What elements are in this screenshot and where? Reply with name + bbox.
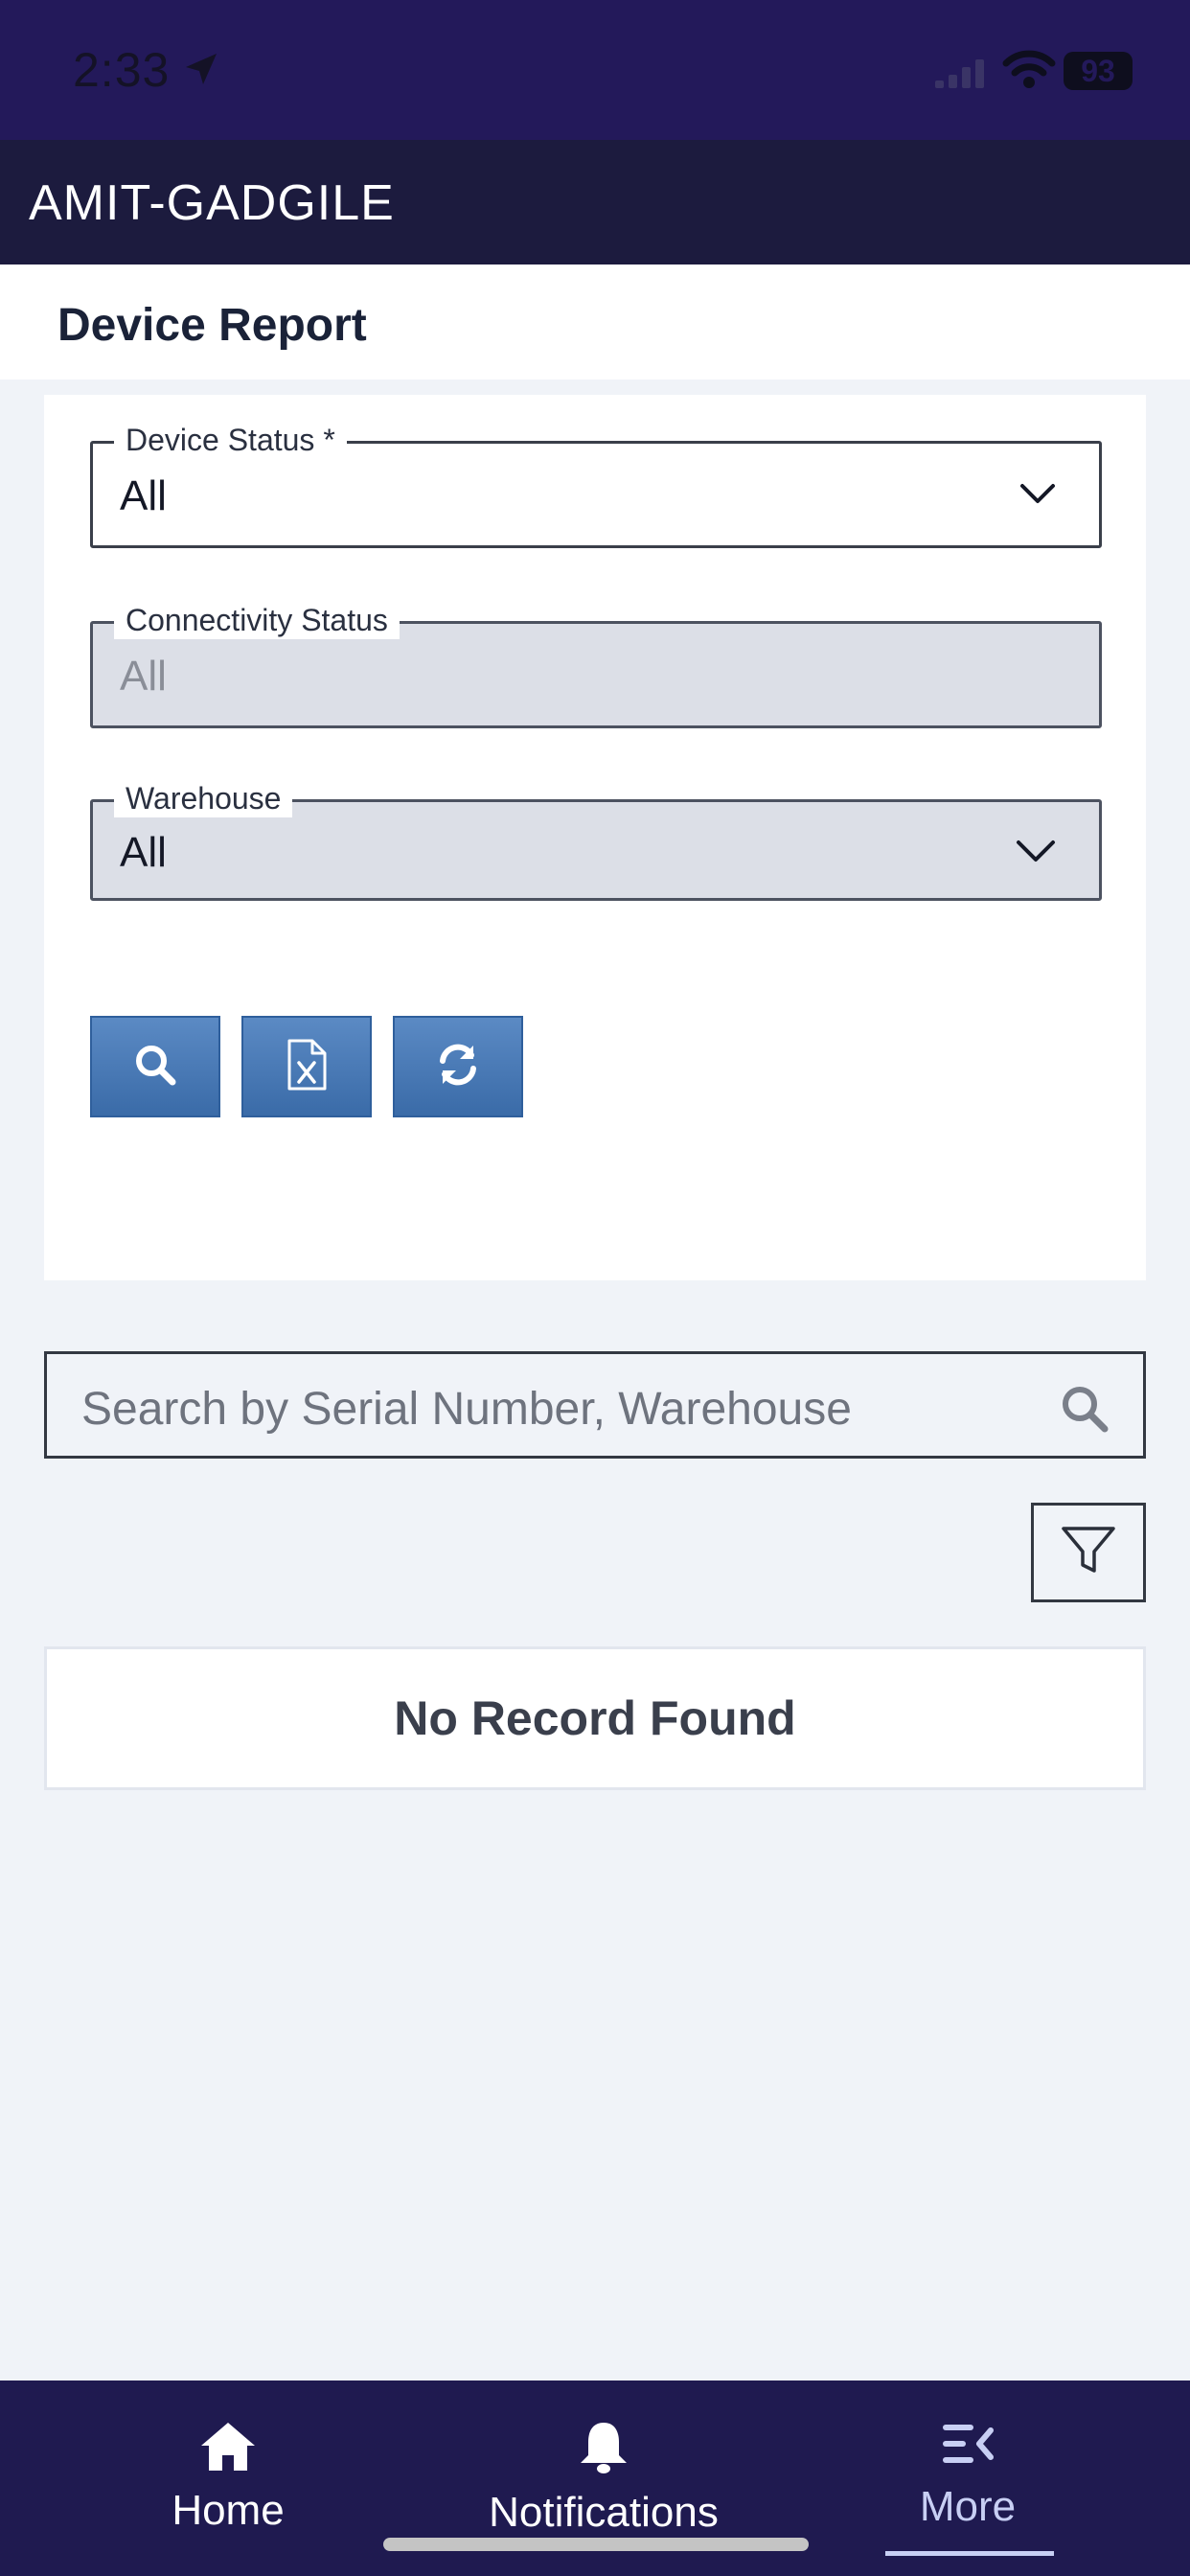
page-title: Device Report	[57, 300, 367, 351]
nav-label-more: More	[919, 2483, 1017, 2530]
warehouse-select[interactable]: Warehouse All	[90, 779, 1102, 901]
nav-item-notifications[interactable]: Notifications	[460, 2419, 747, 2537]
wifi-icon	[1002, 48, 1056, 95]
refresh-button[interactable]	[393, 1016, 523, 1117]
app-header: AMIT-GADGILE	[0, 140, 1190, 264]
status-time: 2:33	[73, 43, 171, 97]
status-bar: 2:33 93	[0, 0, 1190, 140]
nav-item-more[interactable]: More	[881, 2419, 1054, 2531]
search-input[interactable]: Search by Serial Number, Warehouse	[44, 1351, 1146, 1459]
device-status-value: All	[120, 472, 167, 519]
menu-more-icon	[939, 2425, 996, 2472]
empty-results-message: No Record Found	[44, 1646, 1146, 1790]
warehouse-value: All	[120, 829, 167, 876]
device-status-label: Device Status *	[114, 421, 347, 459]
home-indicator[interactable]	[383, 2538, 809, 2551]
search-icon[interactable]	[1059, 1383, 1110, 1439]
bell-icon	[577, 2423, 630, 2478]
filter-icon	[1060, 1523, 1117, 1583]
battery-indicator: 93	[1064, 52, 1133, 90]
search-button[interactable]	[90, 1016, 220, 1117]
filter-button[interactable]	[1031, 1503, 1146, 1602]
page-title-bar: Device Report	[0, 264, 1190, 380]
home-icon	[197, 2423, 259, 2476]
connectivity-status-value: All	[120, 653, 167, 700]
chevron-down-icon	[1015, 837, 1057, 870]
device-status-select[interactable]: Device Status * All	[90, 421, 1102, 548]
cellular-signal-icon	[935, 54, 993, 93]
nav-label-home: Home	[172, 2487, 285, 2534]
filter-card: Device Status * All Connectivity Status …	[44, 395, 1146, 1280]
search-placeholder: Search by Serial Number, Warehouse	[81, 1384, 852, 1435]
nav-item-home[interactable]: Home	[142, 2419, 314, 2535]
export-excel-button[interactable]	[241, 1016, 372, 1117]
connectivity-status-label: Connectivity Status	[114, 601, 400, 639]
search-icon	[132, 1042, 178, 1092]
excel-file-icon	[284, 1038, 330, 1096]
warehouse-label: Warehouse	[114, 779, 293, 817]
refresh-icon	[435, 1042, 481, 1092]
nav-label-notifications: Notifications	[489, 2489, 719, 2536]
location-arrow-icon	[182, 50, 220, 93]
chevron-down-icon	[1018, 480, 1057, 512]
connectivity-status-select[interactable]: Connectivity Status All	[90, 601, 1102, 728]
app-title: AMIT-GADGILE	[29, 175, 395, 231]
active-tab-indicator	[885, 2551, 1054, 2556]
